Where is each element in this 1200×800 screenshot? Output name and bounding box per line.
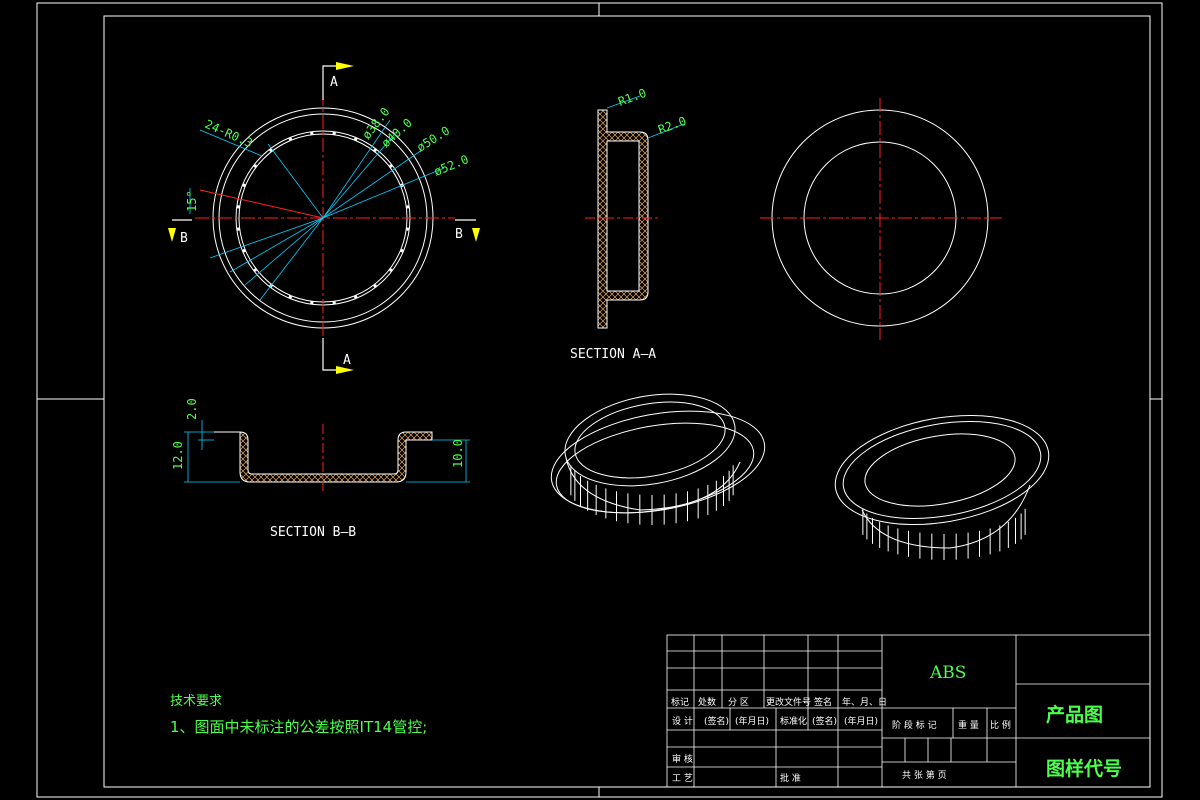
slot-marker — [373, 284, 377, 288]
material-label: ABS — [930, 663, 967, 683]
slot-marker — [354, 295, 358, 299]
slot-marker — [310, 301, 314, 305]
slot-marker — [389, 268, 393, 272]
slot-marker — [288, 137, 292, 141]
dim-height-12: 12.0 — [171, 441, 185, 470]
dim-radius-2: R2.0 — [656, 114, 688, 137]
section-b-view: 2.0 12.0 10.0 SECTION B—B — [171, 398, 470, 540]
slot-marker — [236, 227, 240, 231]
plan-view: A A B B 24-R0.3 15° ø38.0 ø40.0 ø50.0 ø5… — [168, 62, 480, 374]
section-b-marker-right: B — [455, 227, 463, 242]
product-title: 产品图 — [1046, 704, 1104, 726]
design-cell: 设 计 — [672, 717, 693, 727]
slot-marker — [242, 183, 246, 187]
slot-marker — [354, 137, 358, 141]
rev-header-cell: 标记 — [671, 698, 690, 708]
notes-heading: 技术要求 — [170, 694, 223, 709]
dim-diameter-52: ø52.0 — [432, 152, 471, 179]
slot-marker — [288, 295, 292, 299]
section-a-title: SECTION A—A — [570, 347, 656, 362]
section-b-marker-left: B — [180, 231, 188, 246]
cad-drawing-canvas: A A B B 24-R0.3 15° ø38.0 ø40.0 ø50.0 ø5… — [36, 2, 1163, 798]
section-a-marker-bottom: A — [343, 353, 351, 368]
slot-marker — [389, 164, 393, 168]
notes-line-1: 1、图面中未标注的公差按照IT14管控; — [170, 718, 428, 736]
review-label: 审 核 — [672, 755, 693, 765]
front-view — [760, 98, 1002, 340]
approve-label: 批 准 — [780, 774, 801, 784]
iso-view-cap — [550, 393, 766, 525]
dim-radius-1: R1.0 — [616, 86, 648, 109]
design-cell: (年月日) — [844, 717, 879, 727]
iso-view-ring — [834, 414, 1050, 560]
slot-marker — [332, 301, 336, 305]
stage-header: 阶 段 标 记 — [892, 721, 937, 731]
slot-marker — [400, 249, 404, 253]
rev-header-cell: 处数 — [698, 698, 717, 708]
dim-diameter-50: ø50.0 — [414, 124, 452, 155]
dim-slot-count: 24-R0.3 — [203, 117, 255, 150]
slot-marker — [242, 249, 246, 253]
design-cell: 标准化 — [780, 717, 808, 727]
rev-header-cell: 更改文件号 — [766, 698, 812, 708]
slot-marker — [373, 148, 377, 152]
weight-header: 重 量 — [958, 721, 979, 731]
rev-header-cell: 分 区 — [728, 698, 749, 708]
section-a-marker-top: A — [330, 75, 338, 90]
design-cell: (签名) — [812, 717, 838, 727]
dim-height-10: 10.0 — [451, 439, 465, 468]
slot-marker — [236, 205, 240, 209]
slot-marker — [406, 205, 410, 209]
slot-marker — [253, 268, 257, 272]
drawing-number: 图样代号 — [1046, 758, 1123, 780]
design-cell: (签名) — [704, 717, 730, 727]
design-cell: (年月日) — [735, 717, 770, 727]
sheet-count: 共 张 第 页 — [902, 771, 947, 781]
scale-header: 比 例 — [990, 721, 1011, 731]
slot-marker — [406, 227, 410, 231]
slot-marker — [253, 164, 257, 168]
rev-header-cell: 签名 — [814, 698, 833, 708]
rev-header-cell: 年、月、日 — [842, 698, 888, 708]
process-label: 工 艺 — [672, 774, 693, 784]
dim-height-2: 2.0 — [185, 398, 199, 420]
slot-marker — [310, 131, 314, 135]
slot-marker — [332, 131, 336, 135]
section-b-title: SECTION B—B — [270, 525, 356, 540]
dim-angle: 15° — [185, 190, 199, 212]
section-a-view: R1.0 R2.0 SECTION A—A — [570, 86, 688, 362]
